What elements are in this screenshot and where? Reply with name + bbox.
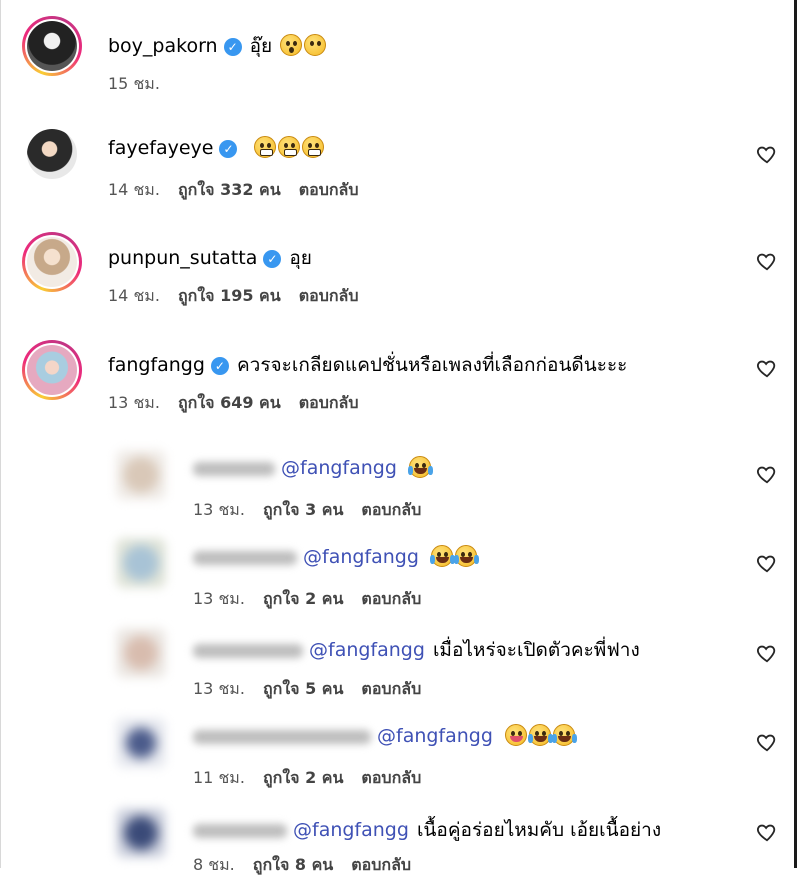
heart-icon[interactable] [756,731,778,753]
username-blurred[interactable] [193,823,287,838]
avatar[interactable] [116,450,166,500]
heart-icon[interactable] [756,143,778,165]
avatar[interactable] [22,232,82,292]
grimacing-face-emoji-icon [301,136,324,158]
avatar[interactable] [22,124,82,184]
mention-link[interactable]: @fangfangg [303,546,419,568]
like-count[interactable]: ถูกใจ 195 คน [178,286,281,305]
reply-time: 13 ชม. [193,679,245,698]
grimacing-face-emoji-icon [277,136,300,158]
reply-button[interactable]: ตอบกลับ [299,286,359,305]
reply-button[interactable]: ตอบกลับ [299,393,359,412]
username-blurred[interactable] [193,729,371,744]
avatar[interactable] [22,16,82,76]
reply-text: เมื่อไหร่จะเปิดตัวคะพี่ฟาง [432,639,640,661]
heart-icon[interactable] [756,357,778,379]
tears-of-joy-emoji-icon [453,545,479,567]
reply-button[interactable]: ตอบกลับ [299,180,359,199]
like-count[interactable]: ถูกใจ 2 คน [263,589,343,608]
avatar[interactable] [116,718,166,768]
verified-badge-icon: ✓ [263,250,282,268]
username[interactable]: boy_pakorn [108,35,218,57]
mention-link[interactable]: @fangfangg [281,457,397,479]
reply-button[interactable]: ตอบกลับ [361,589,421,608]
username[interactable]: punpun_sutatta [108,247,257,269]
like-count[interactable]: ถูกใจ 5 คน [263,679,343,698]
like-count[interactable]: ถูกใจ 8 คน [253,855,333,874]
comment-text: อุ๊ย [249,35,273,57]
thinking-face-emoji-icon [304,34,327,56]
heart-icon[interactable] [756,250,778,272]
username[interactable]: fayefayeye [108,137,213,159]
tears-of-joy-emoji-icon [407,456,433,478]
comment-time: 14 ชม. [108,286,160,305]
comment-time: 15 ชม. [108,74,160,93]
mention-link[interactable]: @fangfangg [377,725,493,747]
reply-button[interactable]: ตอบกลับ [361,679,421,698]
avatar[interactable] [116,808,166,858]
like-count[interactable]: ถูกใจ 649 คน [178,393,281,412]
heart-icon[interactable] [756,642,778,664]
mention-link[interactable]: @fangfangg [293,819,409,841]
reply-time: 13 ชม. [193,589,245,608]
yum-face-emoji-icon [504,724,527,746]
reply-button[interactable]: ตอบกลับ [361,500,421,519]
heart-icon[interactable] [756,552,778,574]
mention-link[interactable]: @fangfangg [309,639,425,661]
comment-text: อุย [289,247,312,269]
comment-time: 13 ชม. [108,393,160,412]
reply-button[interactable]: ตอบกลับ [361,768,421,787]
reply-time: 11 ชม. [193,768,245,787]
username[interactable]: fangfangg [108,354,205,376]
verified-badge-icon: ✓ [219,140,238,158]
reply-time: 8 ชม. [193,855,235,874]
tears-of-joy-emoji-icon [551,724,577,746]
hushed-face-emoji-icon [280,34,303,56]
heart-icon[interactable] [756,821,778,843]
reply-time: 13 ชม. [193,500,245,519]
avatar[interactable] [116,538,166,588]
verified-badge-icon: ✓ [223,38,242,56]
avatar[interactable] [116,628,166,678]
comment-time: 14 ชม. [108,180,160,199]
tears-of-joy-emoji-icon [527,724,553,746]
tears-of-joy-emoji-icon [429,545,455,567]
username-blurred[interactable] [193,461,275,476]
like-count[interactable]: ถูกใจ 3 คน [263,500,343,519]
verified-badge-icon: ✓ [210,357,229,375]
like-count[interactable]: ถูกใจ 2 คน [263,768,343,787]
heart-icon[interactable] [756,463,778,485]
grimacing-face-emoji-icon [253,136,276,158]
avatar[interactable] [22,340,82,400]
comment-text: ควรจะเกลียดแคปชั่นหรือเพลงที่เลือกก่อนดี… [236,354,628,376]
username-blurred[interactable] [193,550,297,565]
reply-text: เนื้อคู่อร่อยไหมคับ เอ้ยเนื้อย่าง [416,819,662,841]
reply-button[interactable]: ตอบกลับ [351,855,411,874]
like-count[interactable]: ถูกใจ 332 คน [178,180,281,199]
username-blurred[interactable] [193,643,303,658]
